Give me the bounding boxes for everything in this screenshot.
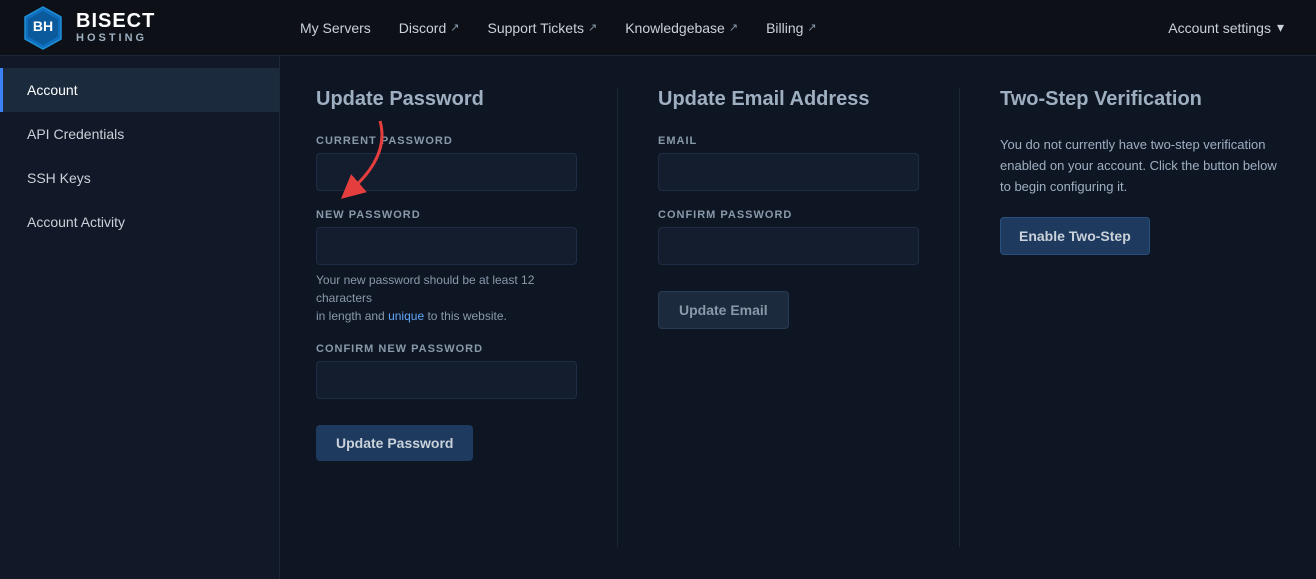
two-step-description: You do not currently have two-step verif… <box>1000 135 1280 197</box>
new-password-input[interactable] <box>316 227 577 265</box>
confirm-password-email-group: CONFIRM PASSWORD <box>658 209 919 265</box>
account-settings-button[interactable]: Account settings ▾ <box>1156 13 1296 42</box>
nav-my-servers[interactable]: My Servers <box>300 20 371 36</box>
logo-text: BISECT HOSTING <box>76 10 155 44</box>
top-navigation: BH BISECT HOSTING My Servers Discord ↗ S… <box>0 0 1316 56</box>
email-label: EMAIL <box>658 135 919 147</box>
current-password-label: CURRENT PASSWORD <box>316 135 577 147</box>
sidebar-item-account-activity[interactable]: Account Activity <box>0 200 279 244</box>
email-group: EMAIL <box>658 135 919 191</box>
nav-support-tickets[interactable]: Support Tickets ↗ <box>487 20 597 36</box>
nav-billing[interactable]: Billing ↗ <box>766 20 817 36</box>
new-password-label: NEW PASSWORD <box>316 209 577 221</box>
update-email-button[interactable]: Update Email <box>658 291 789 329</box>
confirm-password-email-input[interactable] <box>658 227 919 265</box>
update-email-section: Update Email Address EMAIL CONFIRM PASSW… <box>658 88 919 547</box>
new-password-hint: Your new password should be at least 12 … <box>316 271 577 325</box>
current-password-group: CURRENT PASSWORD <box>316 135 577 191</box>
confirm-new-password-input[interactable] <box>316 361 577 399</box>
confirm-password-email-label: CONFIRM PASSWORD <box>658 209 919 221</box>
two-step-title: Two-Step Verification <box>1000 88 1280 111</box>
nav-discord[interactable]: Discord ↗ <box>399 20 460 36</box>
update-email-title: Update Email Address <box>658 88 919 111</box>
enable-two-step-button[interactable]: Enable Two-Step <box>1000 217 1150 255</box>
svg-text:BH: BH <box>33 18 53 34</box>
update-password-title: Update Password <box>316 88 577 111</box>
logo-icon: BH <box>20 5 66 51</box>
email-input[interactable] <box>658 153 919 191</box>
chevron-down-icon: ▾ <box>1277 19 1284 36</box>
sidebar-item-api-credentials[interactable]: API Credentials <box>0 112 279 156</box>
external-link-icon: ↗ <box>729 21 738 34</box>
section-divider-2 <box>959 88 960 547</box>
two-step-section: Two-Step Verification You do not current… <box>1000 88 1280 547</box>
sidebar: Account API Credentials SSH Keys Account… <box>0 56 280 579</box>
nav-knowledgebase[interactable]: Knowledgebase ↗ <box>625 20 738 36</box>
logo-hosting: HOSTING <box>76 32 155 44</box>
current-password-input[interactable] <box>316 153 577 191</box>
confirm-new-password-group: CONFIRM NEW PASSWORD <box>316 343 577 399</box>
sidebar-item-ssh-keys[interactable]: SSH Keys <box>0 156 279 200</box>
section-divider-1 <box>617 88 618 547</box>
logo-bisect: BISECT <box>76 10 155 32</box>
content-area: Update Password CURRENT PASSWORD NEW PAS… <box>280 56 1316 579</box>
external-link-icon: ↗ <box>588 21 597 34</box>
hint-unique: unique <box>388 309 424 323</box>
new-password-group: NEW PASSWORD Your new password should be… <box>316 209 577 325</box>
update-password-section: Update Password CURRENT PASSWORD NEW PAS… <box>316 88 577 547</box>
sidebar-item-account[interactable]: Account <box>0 68 279 112</box>
confirm-new-password-label: CONFIRM NEW PASSWORD <box>316 343 577 355</box>
external-link-icon: ↗ <box>450 21 459 34</box>
logo-area: BH BISECT HOSTING <box>20 5 300 51</box>
main-layout: Account API Credentials SSH Keys Account… <box>0 56 1316 579</box>
nav-links: My Servers Discord ↗ Support Tickets ↗ K… <box>300 20 1156 36</box>
external-link-icon: ↗ <box>807 21 816 34</box>
update-password-button[interactable]: Update Password <box>316 425 473 461</box>
